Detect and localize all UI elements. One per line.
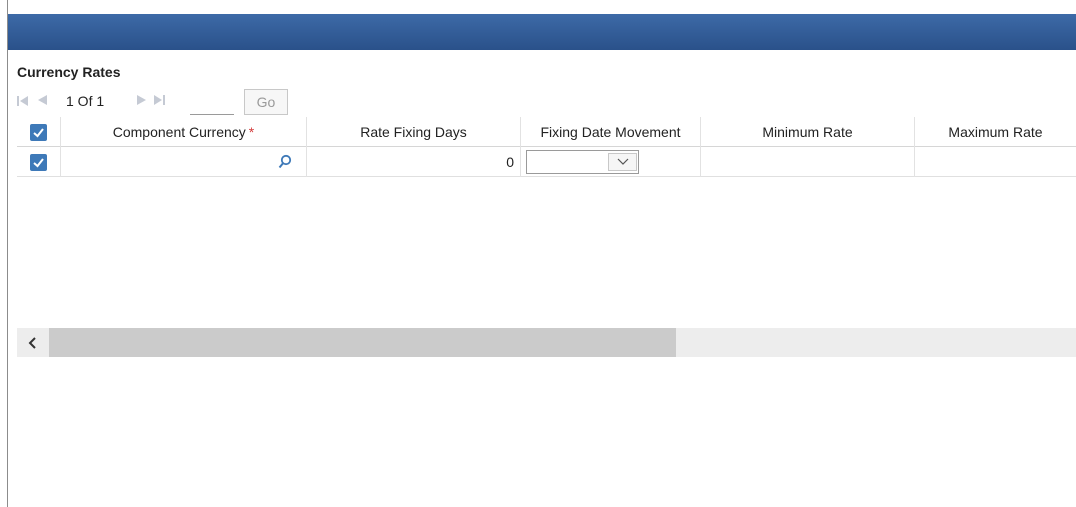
page-number-input[interactable] <box>190 89 234 115</box>
component-currency-field[interactable] <box>61 147 307 177</box>
previous-page-icon[interactable] <box>37 94 49 109</box>
column-label: Component Currency <box>112 124 246 140</box>
select-all-checkbox[interactable] <box>30 123 47 141</box>
window-title-bar <box>7 14 1076 50</box>
horizontal-scrollbar[interactable] <box>17 328 1076 357</box>
page-indicator: 1 Of 1 <box>66 93 105 109</box>
required-marker: * <box>248 124 255 140</box>
column-header-rate-fixing-days[interactable]: Rate Fixing Days <box>307 117 521 147</box>
column-label: Maximum Rate <box>948 124 1043 140</box>
fixing-date-movement-cell <box>521 147 701 177</box>
table-row: 0 <box>17 147 1076 177</box>
column-header-component-currency[interactable]: Component Currency * <box>61 117 307 147</box>
rate-fixing-days-value: 0 <box>506 154 514 170</box>
scrollbar-thumb[interactable] <box>49 328 676 357</box>
next-page-icon[interactable] <box>135 94 147 109</box>
select-all-cell <box>17 117 61 147</box>
chevron-left-icon <box>28 336 36 349</box>
scroll-left-button[interactable] <box>17 328 48 357</box>
column-header-maximum-rate[interactable]: Maximum Rate <box>915 117 1076 147</box>
column-label: Fixing Date Movement <box>540 124 681 140</box>
column-header-minimum-rate[interactable]: Minimum Rate <box>701 117 915 147</box>
go-button[interactable]: Go <box>244 89 288 115</box>
rate-fixing-days-field[interactable]: 0 <box>307 147 521 177</box>
row-select-cell <box>17 147 61 177</box>
checkbox-checked-icon <box>33 157 44 167</box>
first-page-icon[interactable] <box>17 94 29 108</box>
column-label: Minimum Rate <box>762 124 853 140</box>
chevron-down-icon <box>617 158 628 165</box>
dropdown-button[interactable] <box>608 153 637 171</box>
column-header-fixing-date-movement[interactable]: Fixing Date Movement <box>521 117 701 147</box>
search-icon[interactable] <box>278 154 292 170</box>
fixing-date-movement-select[interactable] <box>526 150 639 174</box>
table-header-row: Component Currency * Rate Fixing Days Fi… <box>17 117 1076 147</box>
maximum-rate-field[interactable] <box>915 147 1076 177</box>
row-checkbox[interactable] <box>30 153 47 171</box>
checkbox-checked-icon <box>33 127 44 137</box>
window-left-border <box>7 0 8 507</box>
minimum-rate-field[interactable] <box>701 147 915 177</box>
section-title: Currency Rates <box>17 64 121 80</box>
column-label: Rate Fixing Days <box>360 124 467 140</box>
top-margin <box>0 0 1076 14</box>
last-page-icon[interactable] <box>153 94 165 109</box>
